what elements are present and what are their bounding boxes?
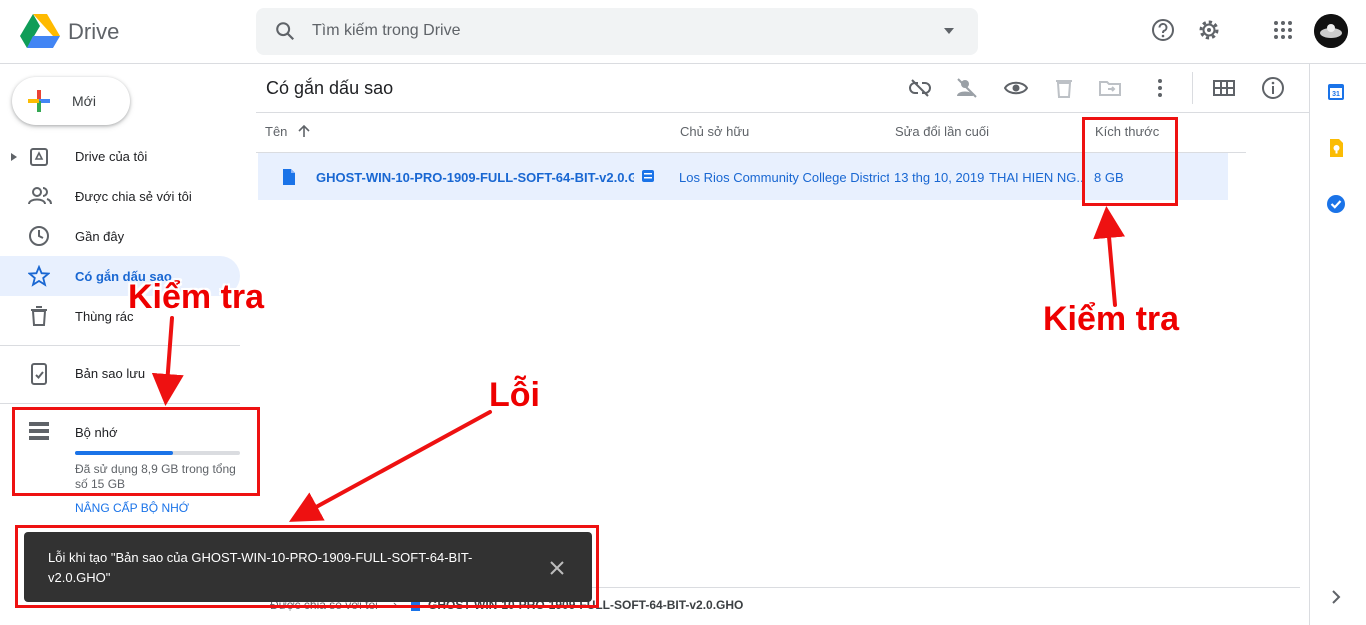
annotation-check-size: Kiểm tra: [1043, 300, 1180, 338]
annotation-check-sidebar: Kiểm tra: [128, 278, 265, 316]
annotation-error: Lỗi: [489, 376, 540, 414]
